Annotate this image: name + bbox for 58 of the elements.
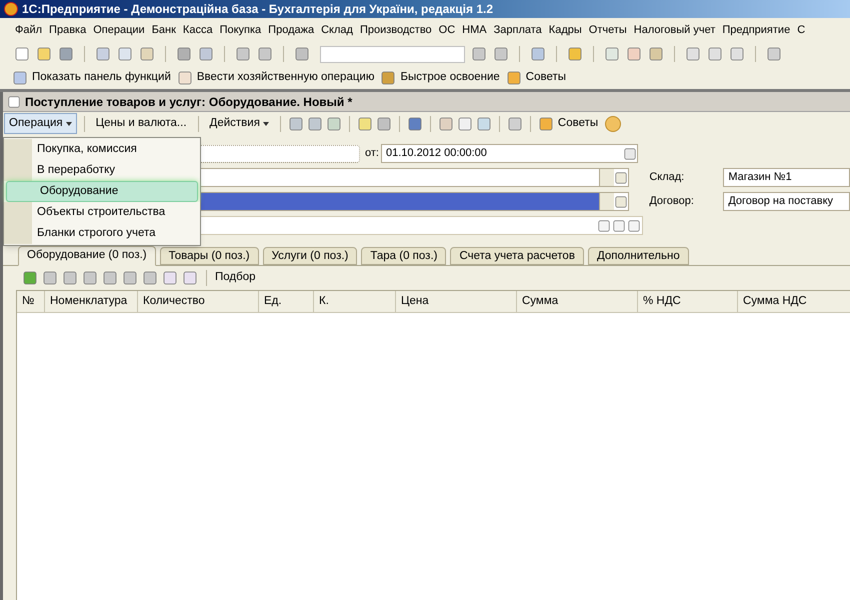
- pick-button[interactable]: Подбор: [215, 269, 256, 287]
- menu-item[interactable]: Покупка: [220, 22, 262, 38]
- tab[interactable]: Услуги (0 поз.): [262, 247, 358, 265]
- column-header[interactable]: Цена: [396, 291, 517, 312]
- toolbar-button[interactable]: Ввести хозяйственную операцию: [176, 68, 374, 86]
- menu-item[interactable]: Касса: [182, 22, 213, 38]
- menu-item[interactable]: Зарплата: [494, 22, 542, 38]
- column-header[interactable]: Количество: [138, 291, 259, 312]
- menu-item[interactable]: Покупка, комиссия: [4, 139, 200, 160]
- menu-item[interactable]: Файл: [15, 22, 42, 38]
- date-label: от:: [365, 146, 379, 162]
- date-field[interactable]: 01.10.2012 00:00:00: [380, 144, 638, 163]
- column-header[interactable]: Сумма НДС: [738, 291, 850, 312]
- tab[interactable]: Товары (0 поз.): [160, 247, 259, 265]
- prices-button[interactable]: Цены и валюта...: [92, 114, 191, 132]
- caret-icon: [66, 122, 72, 126]
- menu-item[interactable]: Производство: [360, 22, 432, 38]
- tab[interactable]: Тара (0 поз.): [361, 247, 446, 265]
- tips-button[interactable]: Советы: [538, 114, 598, 132]
- actions-button[interactable]: Действия: [206, 114, 273, 132]
- search-field[interactable]: [320, 46, 465, 62]
- menu-item[interactable]: Продажа: [268, 22, 314, 38]
- menu-item[interactable]: Банк: [152, 22, 176, 38]
- menu-item[interactable]: Правка: [49, 22, 86, 38]
- toolbar-button[interactable]: Показать панель функций: [12, 68, 171, 86]
- tab[interactable]: Счета учета расчетов: [450, 247, 584, 265]
- tab[interactable]: Дополнительно: [588, 247, 689, 265]
- column-header[interactable]: Ед.: [259, 291, 314, 312]
- operation-dropdown-button[interactable]: Операция: [4, 113, 77, 134]
- menu-item[interactable]: Объекты строительства: [4, 202, 200, 223]
- app-logo-icon: [4, 2, 18, 16]
- column-header[interactable]: Сумма: [517, 291, 638, 312]
- menu-item[interactable]: С: [797, 22, 806, 38]
- field-label: Склад:: [649, 170, 686, 186]
- value-field[interactable]: Магазин №1: [723, 168, 850, 187]
- menu-item[interactable]: Оборудование: [6, 181, 198, 202]
- menu-item[interactable]: Налоговый учет: [634, 22, 716, 38]
- column-header[interactable]: % НДС: [638, 291, 738, 312]
- menu-item[interactable]: ОС: [438, 22, 456, 38]
- document-title: Поступление товаров и услуг: Оборудование. Новый *: [25, 94, 352, 110]
- field-label: Договор:: [649, 194, 695, 210]
- caret-icon: [262, 122, 269, 126]
- menu-item[interactable]: Операции: [93, 22, 145, 38]
- tab[interactable]: Оборудование (0 поз.): [18, 246, 156, 266]
- toolbar-button[interactable]: Быстрое освоение: [380, 68, 500, 86]
- menu-item[interactable]: Склад: [321, 22, 353, 38]
- menu-item[interactable]: НМА: [462, 22, 487, 38]
- window-title: 1С:Предприятие - Демонстраційна база - Бухгалтерія для України, редакція 1.2: [22, 1, 494, 18]
- toolbar-button[interactable]: Советы: [506, 68, 566, 86]
- column-header[interactable]: Номенклатура: [45, 291, 138, 312]
- value-field[interactable]: Договор на поставку: [723, 192, 850, 211]
- column-header[interactable]: К.: [314, 291, 396, 312]
- menu-item[interactable]: В переработку: [4, 160, 200, 181]
- menu-item[interactable]: Отчеты: [588, 22, 627, 38]
- menu-item[interactable]: Кадры: [548, 22, 582, 38]
- menu-item[interactable]: Предприятие: [722, 22, 790, 38]
- column-header[interactable]: №: [17, 291, 45, 312]
- menu-item[interactable]: Бланки строгого учета: [4, 223, 200, 244]
